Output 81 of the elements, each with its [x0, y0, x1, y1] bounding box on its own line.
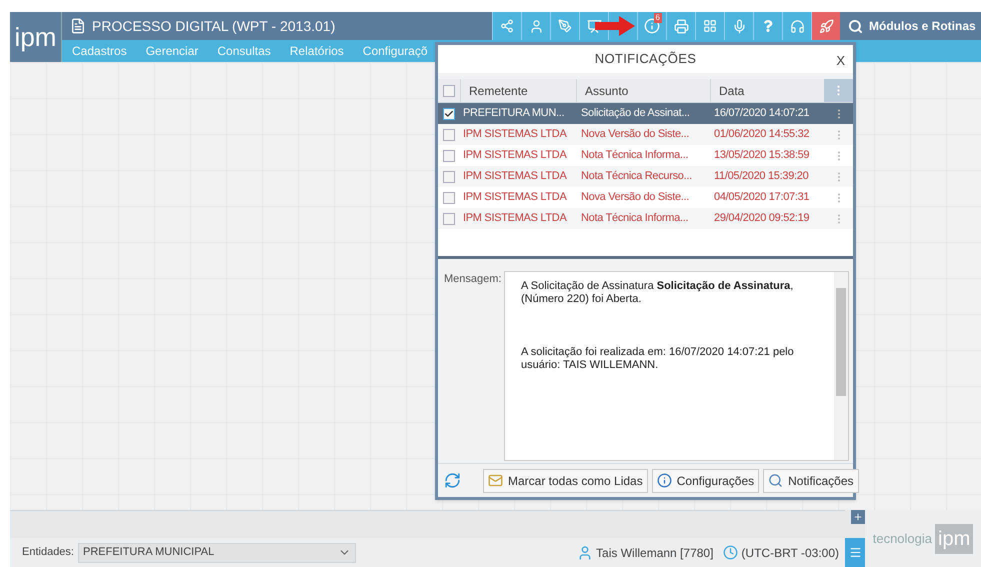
subject-cell-text: Nota Técnica Informa... [580, 211, 690, 226]
microphone-icon [732, 18, 746, 34]
print-button[interactable] [666, 12, 695, 40]
panel-title: NOTIFICAÇÕES [594, 50, 696, 68]
rocket-button[interactable] [811, 12, 840, 40]
sender-cell-text: PREFEITURA MUN... [462, 106, 566, 122]
footer-button[interactable]: Notificações [763, 468, 858, 492]
menu-icon [848, 546, 862, 559]
user-button[interactable] [521, 12, 550, 40]
brand-logo: ipm [935, 524, 974, 554]
footer-button[interactable]: Marcar todas como Lidas [483, 468, 648, 492]
date-cell-text: 01/06/2020 14:55:32 [713, 127, 810, 142]
message-label: Mensagem: [443, 272, 502, 287]
subject-cell-text: Nota Técnica Informa... [580, 148, 690, 164]
checkbox[interactable] [443, 170, 455, 182]
support-button[interactable] [782, 12, 811, 40]
date-cell-text: 29/04/2020 09:52:19 [713, 211, 810, 226]
subject-cell-text: Nova Versão do Siste... [580, 190, 690, 206]
search-icon [768, 473, 784, 488]
brand-text: tecnologia [872, 530, 932, 548]
date-cell-text: 16/07/2020 14:07:21 [713, 106, 810, 122]
checkbox[interactable] [443, 128, 455, 140]
notifications-button[interactable]: 6 [637, 12, 666, 40]
date-cell-text: 13/05/2020 15:38:59 [713, 148, 810, 164]
user-icon [528, 18, 544, 34]
grid-button[interactable] [695, 12, 724, 40]
app-title: PROCESSO DIGITAL (WPT - 2013.01) [92, 16, 336, 36]
plus-icon [853, 512, 863, 522]
entity-label: Entidades: [22, 545, 74, 560]
help-button[interactable] [753, 12, 782, 40]
sender-cell-text: IPM SISTEMAS LTDA [462, 190, 568, 206]
arrow-icon [595, 16, 635, 36]
user-icon [577, 544, 594, 560]
checkbox[interactable] [443, 212, 455, 224]
subject-cell-text: Nota Técnica Recurso... [580, 169, 693, 184]
column-header[interactable]: Remetente [460, 79, 576, 102]
close-button[interactable]: X [836, 51, 845, 70]
column-header[interactable]: Assunto [576, 79, 710, 102]
entity-select[interactable]: PREFEITURA MUNICIPAL [78, 542, 356, 562]
notification-row[interactable]: IPM SISTEMAS LTDA Nota Técnica Recurso... 11/05/2020 15:39:20 [438, 166, 853, 187]
envelope-icon [488, 473, 503, 488]
message-paragraph: A solicitação foi realizada em: 16/07/2020 14:07:21 pelo usuário: TAIS WILLEMANN. [521, 346, 795, 372]
notification-row[interactable]: IPM SISTEMAS LTDA Nota Técnica Informa... 29/04/2020 09:52:19 [438, 208, 853, 229]
scrollbar[interactable] [834, 272, 848, 460]
footer-button[interactable]: Configurações [652, 468, 760, 492]
notification-row[interactable]: IPM SISTEMAS LTDA Nova Versão do Siste... 01/06/2020 14:55:32 [438, 124, 853, 145]
share-button[interactable] [492, 12, 521, 40]
subject-cell-text: Solicitação de Assinat... [580, 106, 691, 122]
user-name: Tais Willemann [7780] [596, 544, 714, 562]
rocket-icon [818, 18, 834, 34]
date-cell-text: 11/05/2020 15:39:20 [713, 169, 810, 184]
checkbox[interactable] [443, 108, 455, 120]
message-paragraph: A Solicitação de Assinatura Solicitação de Assinatura, (Número 220) foi Aberta. [521, 280, 794, 306]
menu-button[interactable] [845, 538, 865, 567]
info-icon [656, 473, 672, 488]
pen-icon [558, 19, 572, 33]
headset-icon [790, 18, 804, 34]
search-icon [848, 18, 863, 34]
document-icon [70, 18, 86, 34]
logo: ipm [10, 12, 62, 62]
microphone-button[interactable] [724, 12, 753, 40]
notification-badge: 6 [654, 13, 662, 23]
grid-icon [703, 19, 717, 33]
clock-icon [723, 545, 738, 560]
expand-button[interactable] [851, 510, 865, 524]
sender-cell-text: IPM SISTEMAS LTDA [462, 127, 568, 142]
share-icon [500, 19, 514, 33]
refresh-icon[interactable] [444, 472, 461, 489]
timezone: (UTC-BRT -03:00) [741, 544, 839, 562]
sender-cell-text: IPM SISTEMAS LTDA [462, 169, 568, 184]
sender-cell-text: IPM SISTEMAS LTDA [462, 148, 568, 164]
pen-button[interactable] [550, 12, 579, 40]
printer-icon [674, 18, 688, 34]
checkbox[interactable] [443, 84, 455, 96]
date-cell-text: 04/05/2020 17:07:31 [713, 190, 810, 206]
help-icon [762, 20, 774, 32]
checkbox[interactable] [443, 192, 455, 204]
notification-row[interactable]: PREFEITURA MUN... Solicitação de Assinat... 16/07/2020 14:07:21 [438, 103, 853, 124]
checkbox[interactable] [443, 150, 455, 162]
sender-cell-text: IPM SISTEMAS LTDA [462, 211, 568, 226]
subject-cell-text: Nova Versão do Siste... [580, 127, 690, 142]
